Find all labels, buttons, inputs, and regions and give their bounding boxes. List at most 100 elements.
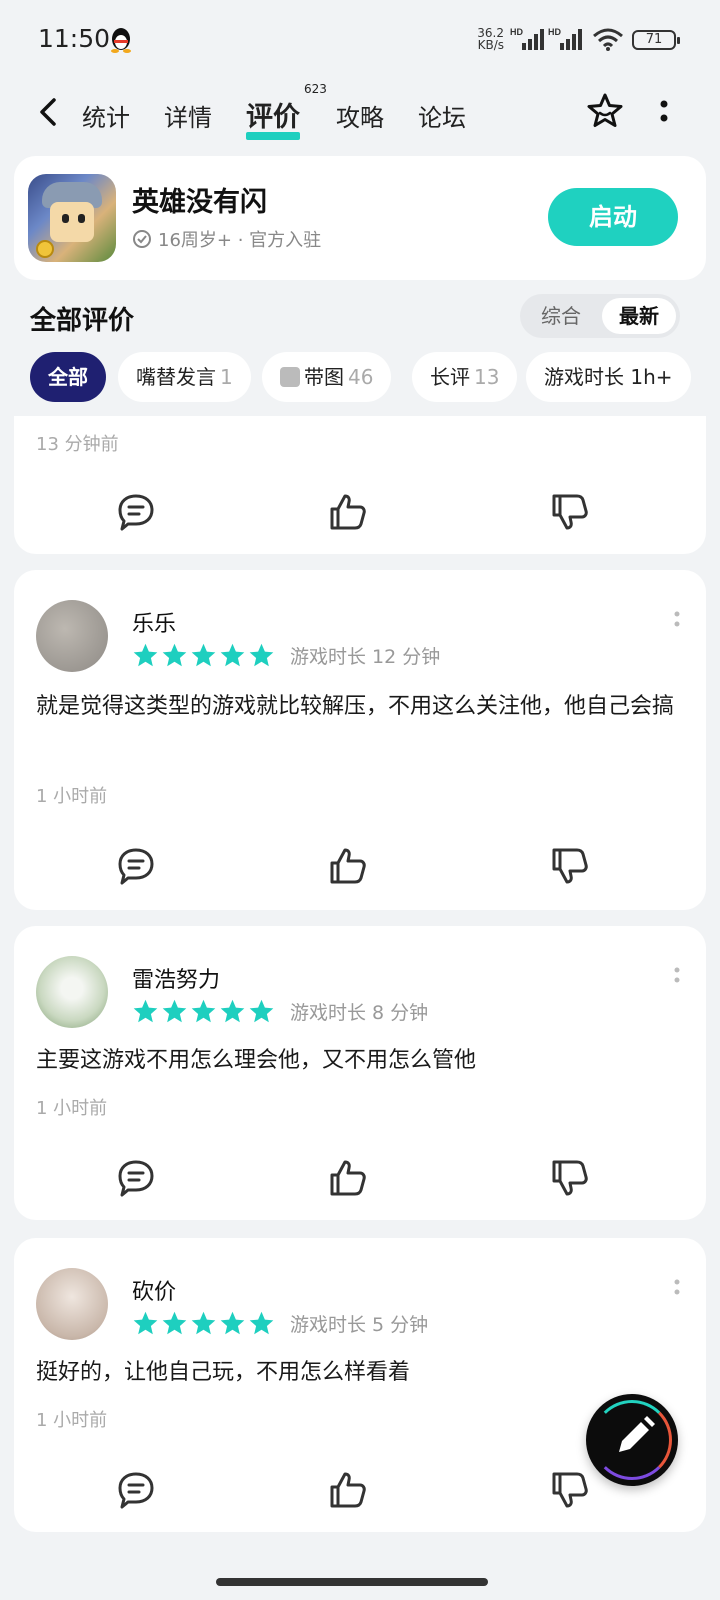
review-card: 雷浩努力 游戏时长 8 分钟 主要这游戏不用怎么理会他，又不用怎么管他 1 小时… [14, 926, 706, 1220]
filter-chips: 全部 嘴替发言 1 带图 46 长评 13 游戏时长 1h+ [30, 352, 720, 404]
chip-label: 嘴替发言 [136, 365, 216, 389]
review-card: 乐乐 游戏时长 12 分钟 就是觉得这类型的游戏就比较解压，不用这么关注他，他自… [14, 570, 706, 910]
back-arrow-icon[interactable] [36, 96, 60, 128]
comment-icon[interactable] [116, 846, 156, 886]
playtime: 游戏时长 5 分钟 [290, 1314, 429, 1336]
star-icon [220, 999, 245, 1023]
star-icon [162, 1311, 187, 1335]
review-card-partial: 13 分钟前 [14, 416, 706, 554]
thumbs-up-icon[interactable] [328, 846, 368, 886]
thumbs-up-icon[interactable] [328, 1470, 368, 1510]
rating-stars [132, 998, 275, 1025]
svg-text:HD: HD [510, 27, 523, 37]
thumbs-down-icon[interactable] [550, 492, 590, 532]
section-title: 全部评价 [30, 306, 135, 336]
comment-icon[interactable] [116, 1470, 156, 1510]
cellular-signal-icon: HD [548, 27, 582, 50]
icon-face [50, 202, 94, 242]
tab-guides[interactable]: 攻略 [336, 98, 384, 133]
sort-option-comprehensive[interactable]: 综合 [524, 298, 598, 334]
star-icon [249, 999, 274, 1023]
avatar[interactable] [36, 600, 108, 672]
comment-icon[interactable] [116, 492, 156, 532]
filter-chip-with-images[interactable]: 带图 46 [262, 352, 392, 402]
review-text: 主要这游戏不用怎么理会他，又不用怎么管他 [36, 1048, 477, 1073]
star-icon [191, 1311, 216, 1335]
star-icon [220, 1311, 245, 1335]
active-tab-indicator [246, 132, 300, 140]
rating-stars [132, 642, 275, 669]
star-icon [162, 999, 187, 1023]
app-card: 英雄没有闪 16周岁+ · 官方入驻 启动 [14, 156, 706, 280]
review-username[interactable]: 砍价 [132, 1274, 176, 1306]
status-bar: 11:50 36.2 KB/s HD HD 71 [0, 0, 720, 80]
svg-text:HD: HD [548, 27, 561, 37]
filter-chip-playtime[interactable]: 游戏时长 1h+ [526, 352, 691, 402]
avatar[interactable] [36, 1268, 108, 1340]
star-icon [133, 999, 158, 1023]
clock: 11:50 [38, 24, 111, 53]
thumbs-up-icon[interactable] [328, 1158, 368, 1198]
app-meta: 16周岁+ · 官方入驻 [132, 226, 321, 252]
star-icon [191, 643, 216, 667]
rating-stars [132, 1310, 275, 1337]
review-time: 1 小时前 [36, 786, 108, 807]
star-icon [133, 1311, 158, 1335]
image-icon [280, 367, 300, 387]
review-time: 13 分钟前 [36, 434, 119, 455]
sort-option-latest[interactable]: 最新 [602, 298, 676, 334]
tab-reviews-label: 评价 [246, 102, 300, 133]
thumbs-down-icon[interactable] [550, 1158, 590, 1198]
tab-forum[interactable]: 论坛 [418, 98, 466, 133]
star-icon [220, 643, 245, 667]
chip-label: 长评 [430, 365, 470, 389]
chip-count: 46 [348, 365, 374, 389]
sort-toggle: 综合 最新 [520, 294, 680, 338]
filter-chip-long-review[interactable]: 长评 13 [412, 352, 518, 402]
thumbs-down-icon[interactable] [550, 1470, 590, 1510]
playtime: 游戏时长 12 分钟 [290, 646, 441, 668]
filter-chip-mouthpiece[interactable]: 嘴替发言 1 [118, 352, 251, 402]
star-icon [191, 999, 216, 1023]
icon-eye [62, 214, 69, 223]
avatar[interactable] [36, 956, 108, 1028]
wifi-icon [593, 28, 623, 51]
icon-eye [78, 214, 85, 223]
star-icon [249, 1311, 274, 1335]
home-indicator[interactable] [216, 1578, 488, 1586]
more-vertical-icon[interactable] [674, 966, 680, 990]
review-card: 砍价 游戏时长 5 分钟 挺好的，让他自己玩，不用怎么样看着 1 小时前 [14, 1238, 706, 1532]
comment-icon[interactable] [116, 1158, 156, 1198]
icon-coin [36, 240, 54, 258]
more-vertical-icon[interactable] [674, 1278, 680, 1302]
app-icon[interactable] [28, 174, 116, 262]
star-icon [249, 643, 274, 667]
review-text: 就是觉得这类型的游戏就比较解压，不用这么关注他，他自己会搞 [36, 694, 675, 719]
more-vertical-icon[interactable] [660, 96, 668, 126]
star-icon [133, 643, 158, 667]
review-time: 1 小时前 [36, 1410, 108, 1431]
cellular-signal-icon: HD [510, 27, 544, 50]
app-meta-text: 16周岁+ · 官方入驻 [158, 230, 322, 251]
tab-details[interactable]: 详情 [164, 98, 212, 133]
launch-button[interactable]: 启动 [548, 188, 678, 246]
review-username[interactable]: 雷浩努力 [132, 962, 220, 994]
more-vertical-icon[interactable] [674, 610, 680, 634]
filter-chip-all[interactable]: 全部 [30, 352, 106, 402]
network-speed: 36.2 KB/s [477, 26, 504, 52]
verified-check-icon [133, 230, 151, 248]
star-outline-icon[interactable] [586, 92, 624, 130]
app-title: 英雄没有闪 [132, 187, 267, 218]
tab-stats[interactable]: 统计 [82, 98, 130, 133]
tab-reviews[interactable]: 评价 [246, 95, 300, 140]
battery-indicator: 71 [632, 30, 680, 50]
review-text: 挺好的，让他自己玩，不用怎么样看着 [36, 1360, 411, 1385]
qq-penguin-icon [111, 28, 131, 53]
compose-review-button[interactable] [586, 1394, 678, 1486]
chip-label: 带图 [304, 365, 344, 389]
pencil-icon [619, 1416, 655, 1452]
chip-count: 1 [220, 365, 233, 389]
thumbs-down-icon[interactable] [550, 846, 590, 886]
review-username[interactable]: 乐乐 [132, 606, 176, 638]
thumbs-up-icon[interactable] [328, 492, 368, 532]
